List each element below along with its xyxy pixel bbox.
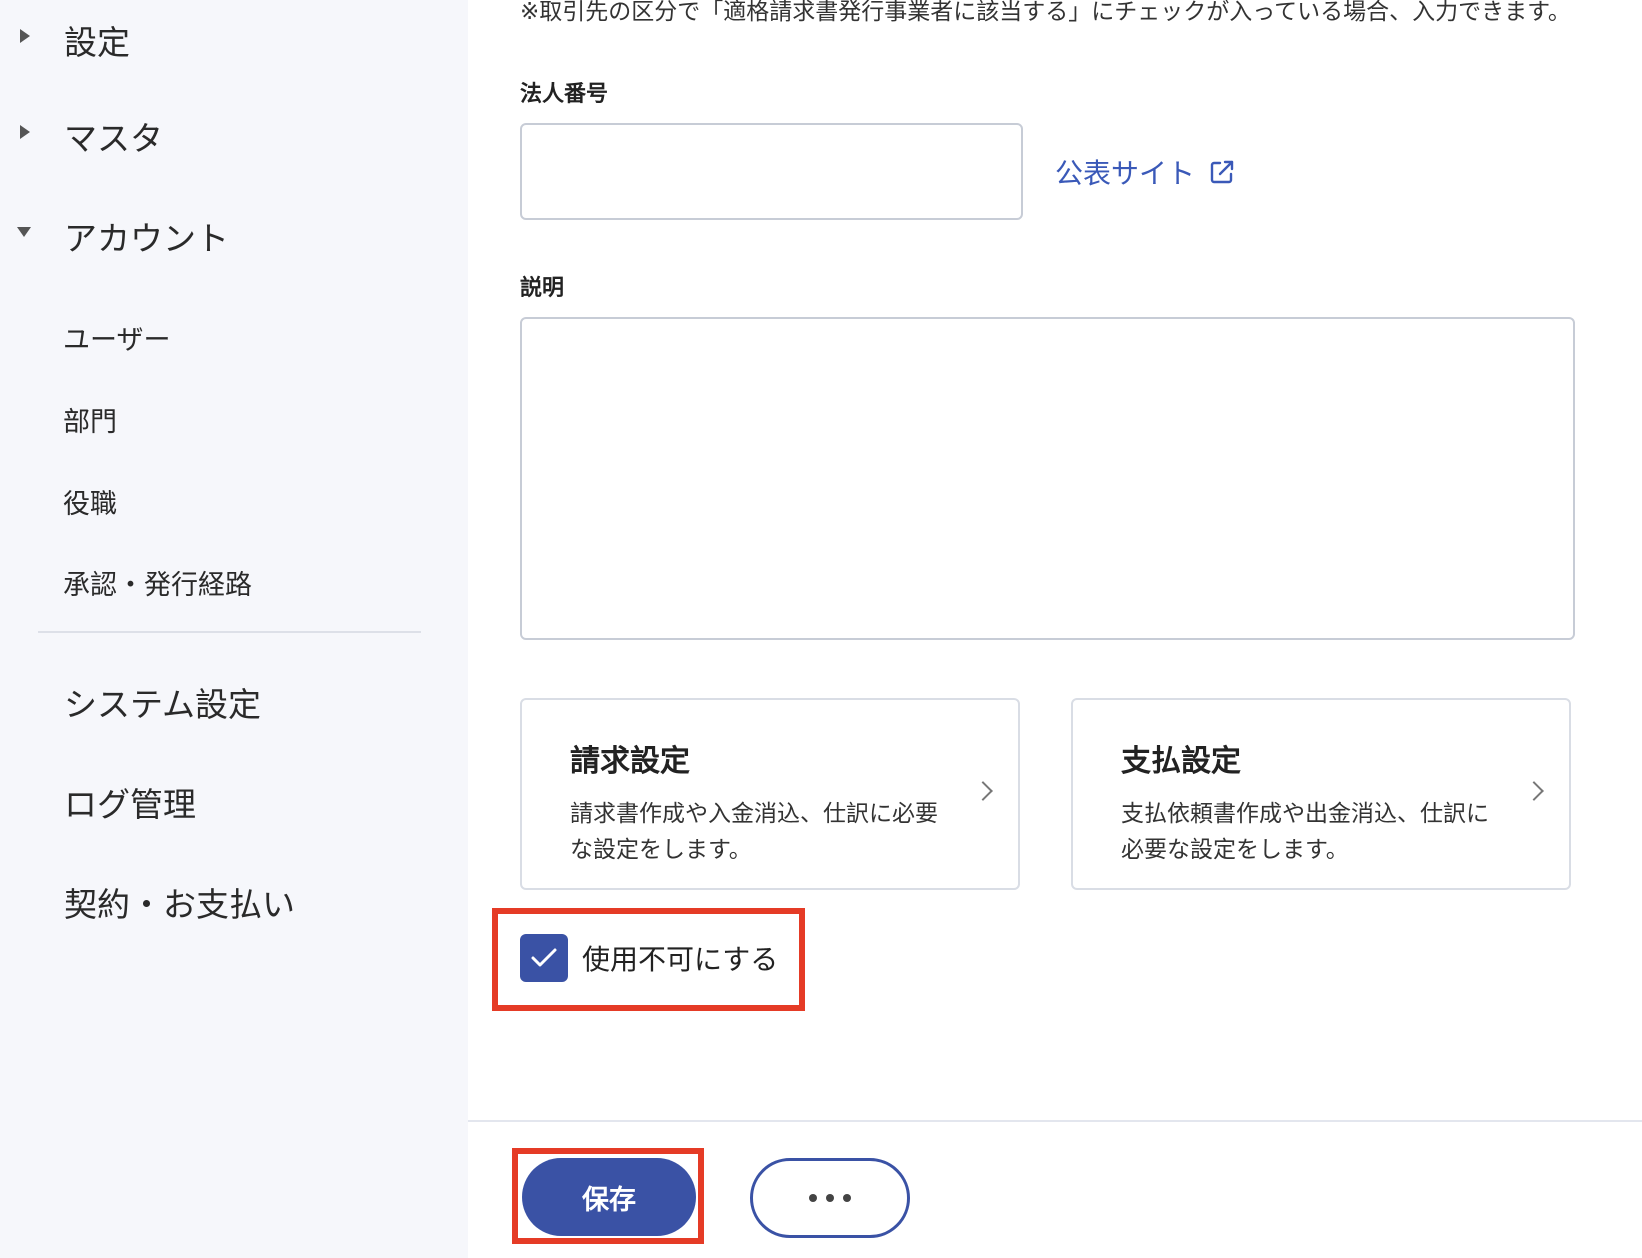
more-dot-icon xyxy=(826,1194,834,1202)
chevron-right-icon xyxy=(1524,781,1544,801)
external-link-icon xyxy=(1209,159,1235,185)
sidebar-item-users[interactable]: ユーザー xyxy=(63,318,170,357)
public-site-link-label: 公表サイト xyxy=(1055,157,1196,190)
payment-settings-card[interactable]: 支払設定 支払依頼書作成や出金消込、仕訳に必要な設定をします。 xyxy=(1071,698,1571,890)
sidebar-group-label: 設定 xyxy=(64,23,130,62)
check-icon xyxy=(531,948,557,967)
corporate-number-input[interactable] xyxy=(520,123,1023,220)
description-label: 説明 xyxy=(520,276,565,301)
sidebar-group-label: マスタ xyxy=(64,119,163,158)
more-dot-icon xyxy=(843,1194,851,1202)
disable-checkbox-label: 使用不可にする xyxy=(582,943,779,976)
sidebar-item-system-settings[interactable]: システム設定 xyxy=(64,678,261,726)
sidebar-item-approval-routes[interactable]: 承認・発行経路 xyxy=(63,563,252,602)
sidebar-group-label: アカウント xyxy=(64,219,229,258)
sidebar-item-departments[interactable]: 部門 xyxy=(63,400,117,439)
corporate-number-label: 法人番号 xyxy=(520,82,609,107)
checkbox-checked[interactable] xyxy=(520,934,568,982)
main-content: ※取引先の区分で「適格請求書発行事業者に該当する」にチェックが入っている場合、入… xyxy=(468,0,1642,1120)
more-options-button[interactable] xyxy=(750,1158,910,1238)
footer-action-bar: 保存 xyxy=(468,1120,1642,1258)
caret-right-icon xyxy=(20,29,30,43)
billing-settings-card[interactable]: 請求設定 請求書作成や入金消込、仕訳に必要な設定をします。 xyxy=(520,698,1020,890)
more-dot-icon xyxy=(809,1194,817,1202)
sidebar-item-positions[interactable]: 役職 xyxy=(63,482,117,521)
qualified-invoice-note: ※取引先の区分で「適格請求書発行事業者に該当する」にチェックが入っている場合、入… xyxy=(520,0,1571,25)
caret-right-icon xyxy=(20,125,30,139)
save-button[interactable]: 保存 xyxy=(522,1158,696,1236)
sidebar: 設定 マスタ アカウント ユーザー 部門 役職 承認・発行経路 システム設定 ロ… xyxy=(0,0,468,1258)
sidebar-divider xyxy=(38,631,421,633)
description-textarea[interactable] xyxy=(520,317,1575,640)
sidebar-item-log-management[interactable]: ログ管理 xyxy=(64,778,196,826)
caret-down-icon xyxy=(17,227,31,237)
disable-checkbox[interactable]: 使用不可にする xyxy=(520,934,778,982)
card-description: 請求書作成や入金消込、仕訳に必要な設定をします。 xyxy=(570,801,938,863)
chevron-right-icon xyxy=(973,781,993,801)
card-description: 支払依頼書作成や出金消込、仕訳に必要な設定をします。 xyxy=(1121,801,1489,863)
public-site-link[interactable]: 公表サイト xyxy=(1055,152,1235,192)
card-title: 支払設定 xyxy=(1121,744,1241,779)
sidebar-item-contract-payment[interactable]: 契約・お支払い xyxy=(64,878,295,926)
card-title: 請求設定 xyxy=(570,744,690,779)
